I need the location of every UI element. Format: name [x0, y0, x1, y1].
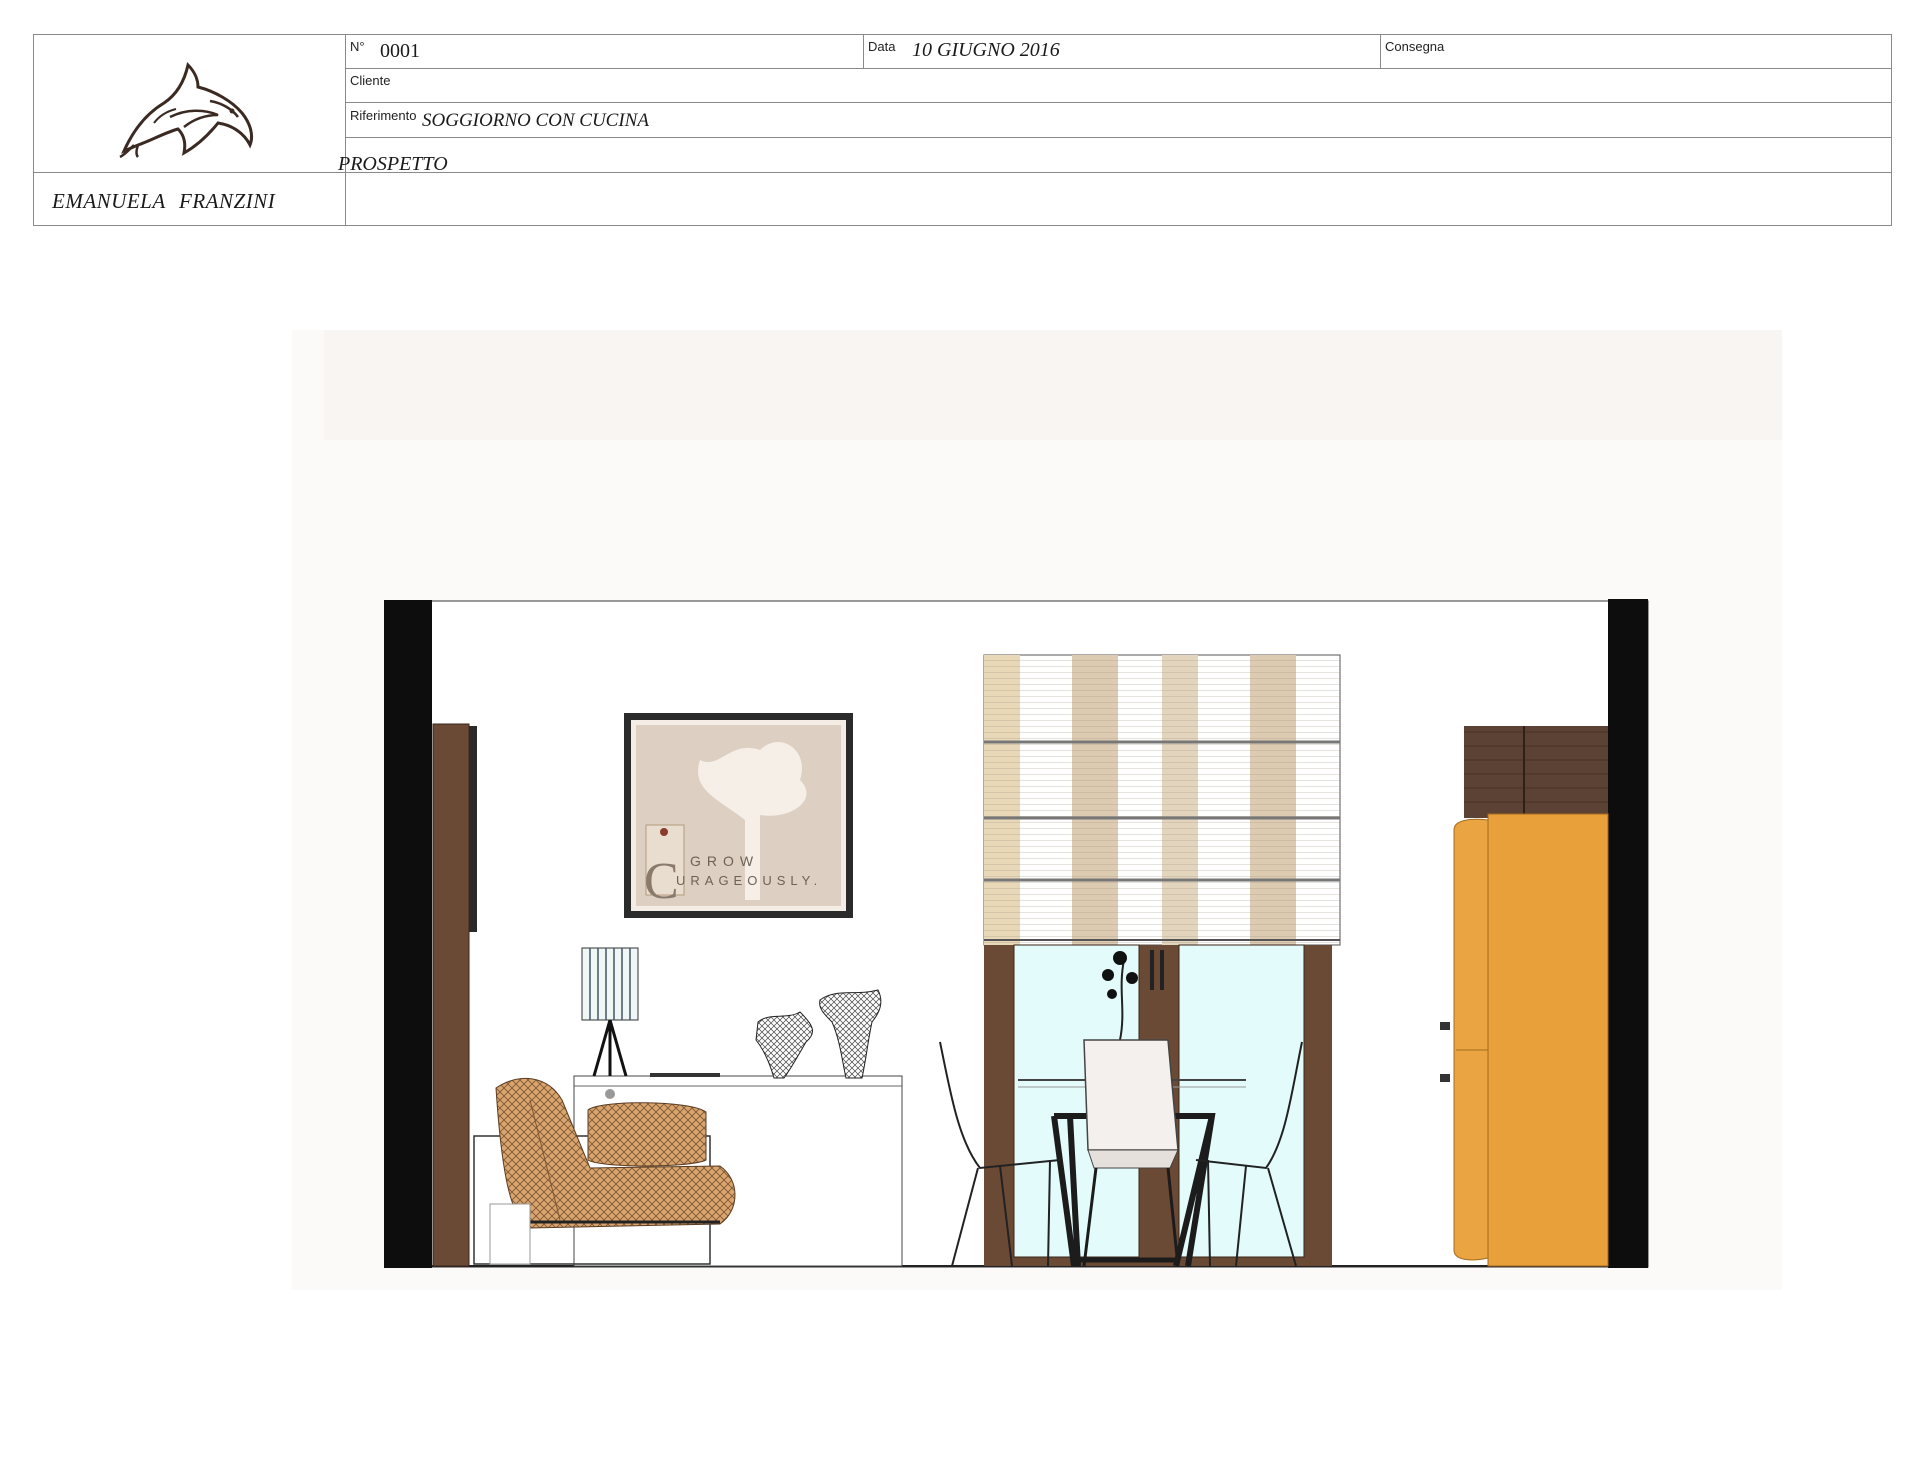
artwork-text-top: GROW	[690, 853, 759, 869]
artwork-initial: C	[644, 853, 679, 910]
wall-artwork: C GROW URAGEOUSLY.	[624, 713, 853, 918]
elevation-drawing: C GROW URAGEOUSLY.	[292, 330, 1782, 1290]
left-wood-door	[432, 723, 470, 1267]
background-ghost-top	[324, 330, 1782, 440]
orange-fridge	[1440, 813, 1609, 1267]
artwork-text-bottom: URAGEOUSLY.	[676, 873, 822, 888]
right-wall-section	[1608, 599, 1648, 1268]
left-wall-section	[384, 600, 432, 1268]
kitchen-wall-units	[1464, 726, 1608, 818]
pouf	[587, 1102, 707, 1167]
roman-blind	[983, 654, 1341, 946]
left-door-frame	[469, 726, 477, 932]
